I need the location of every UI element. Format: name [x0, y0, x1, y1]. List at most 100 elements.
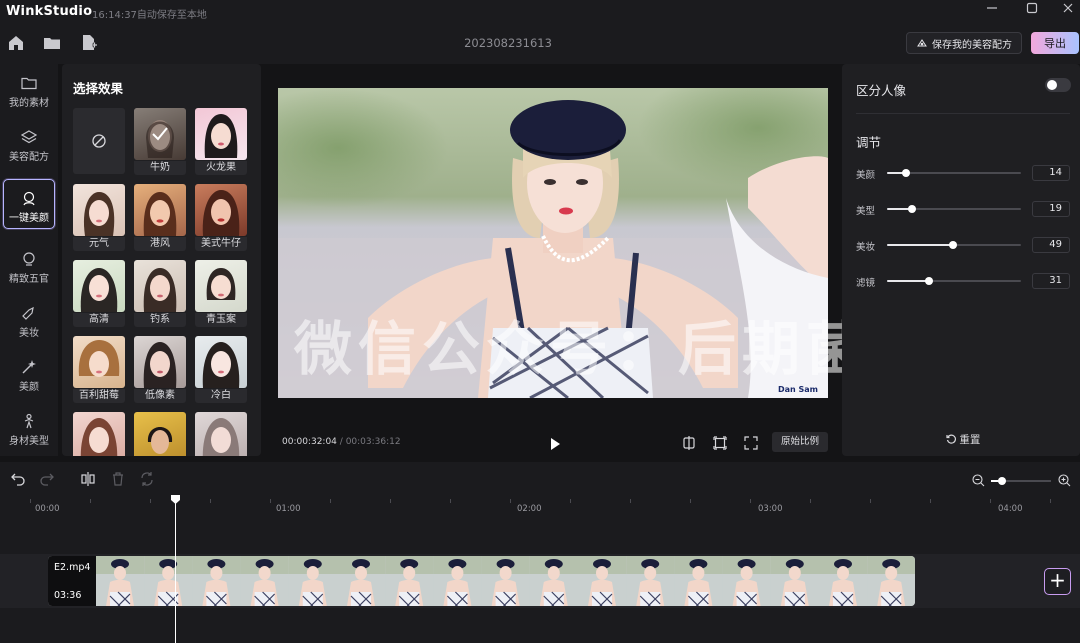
save-recipe-button[interactable]: 保存我的美容配方: [906, 32, 1022, 54]
nav-label: 身材美型: [9, 436, 49, 447]
slider-row: 滤镜 31: [856, 273, 1072, 289]
slider-value-input[interactable]: 49: [1032, 237, 1070, 253]
close-icon[interactable]: [1058, 2, 1078, 18]
nav-item-facial-features[interactable]: 精致五官: [0, 240, 58, 292]
clip-thumbnails: [96, 556, 915, 606]
slider-handle[interactable]: [924, 277, 933, 285]
slider-row: 美妆 49: [856, 237, 1072, 253]
ruler-label: 03:00: [758, 504, 783, 514]
recipe-icon: [917, 39, 927, 47]
maximize-icon[interactable]: [1022, 2, 1042, 18]
slider-track[interactable]: [887, 169, 1021, 177]
slider-label: 美型: [856, 206, 876, 217]
redo-icon[interactable]: [39, 471, 55, 487]
slider-label: 滤镜: [856, 278, 876, 289]
delete-icon[interactable]: [110, 471, 126, 487]
zoom-out-icon[interactable]: [972, 474, 985, 487]
add-clip-button[interactable]: +: [1044, 568, 1071, 595]
nav-item-body-shape[interactable]: 身材美型: [0, 402, 58, 454]
time-ruler[interactable]: 00:00 01:00 02:00 03:00 04:00: [0, 498, 1080, 518]
home-icon[interactable]: [7, 34, 25, 52]
slider-handle[interactable]: [948, 241, 957, 249]
nav-label: 精致五官: [9, 274, 49, 285]
reset-icon: [946, 434, 956, 444]
autosave-status: 16:14:37自动保存至本地: [92, 10, 207, 21]
separate-portrait-label: 区分人像: [856, 83, 907, 98]
slider-label: 美颜: [856, 170, 876, 181]
zoom-slider[interactable]: [991, 477, 1051, 485]
slider-handle[interactable]: [908, 205, 917, 213]
adjust-panel: 区分人像 调节 美颜 14 美型 19 美妆 49 滤镜 31 重置: [842, 64, 1080, 456]
effect-tile[interactable]: 元气: [73, 184, 125, 251]
minimize-icon[interactable]: [982, 2, 1002, 18]
effect-label: 高清: [73, 313, 125, 327]
slider-track[interactable]: [887, 205, 1021, 213]
effect-tile[interactable]: 港风: [134, 184, 186, 251]
replace-icon[interactable]: [139, 471, 155, 487]
effect-tile[interactable]: [73, 412, 125, 456]
fullscreen-icon[interactable]: [744, 435, 758, 450]
original-ratio-button[interactable]: 原始比例: [772, 432, 828, 452]
playhead-line[interactable]: [175, 496, 176, 643]
compare-icon[interactable]: [682, 435, 696, 450]
nav-label: 美妆: [19, 328, 39, 339]
nav-item-one-click-beauty[interactable]: 一键美颜: [0, 182, 58, 234]
separate-portrait-toggle[interactable]: [1045, 78, 1071, 92]
split-icon[interactable]: [80, 471, 96, 487]
slider-value-input[interactable]: 14: [1032, 165, 1070, 181]
nav-item-makeup[interactable]: 美妆: [0, 294, 58, 346]
effect-tile[interactable]: 钓系: [134, 260, 186, 327]
playhead-marker[interactable]: [171, 495, 180, 504]
slider-row: 美颜 14: [856, 165, 1072, 181]
save-recipe-label: 保存我的美容配方: [932, 39, 1012, 51]
reset-label: 重置: [959, 434, 981, 446]
crop-icon[interactable]: [713, 435, 727, 450]
title-bar: WinkStudio 16:14:37自动保存至本地 202308231613 …: [0, 0, 1080, 64]
play-icon[interactable]: [549, 436, 561, 455]
new-file-icon[interactable]: [80, 34, 98, 52]
effect-label: 美式牛仔: [195, 237, 247, 251]
effect-label: 低像素: [134, 389, 186, 403]
slider-value-input[interactable]: 19: [1032, 201, 1070, 217]
effect-tile-none[interactable]: [73, 108, 125, 174]
slider-fill: [887, 280, 929, 282]
face-outline-icon: [23, 252, 35, 266]
effect-label: 火龙果: [195, 161, 247, 175]
effect-tile[interactable]: 美式牛仔: [195, 184, 247, 251]
slider-label: 美妆: [856, 242, 876, 253]
folder-icon: [21, 77, 37, 90]
effect-tile[interactable]: 高清: [73, 260, 125, 327]
clip-info: E2.mp4 03:36: [48, 556, 96, 606]
clip-duration: 03:36: [54, 590, 82, 601]
effect-label: 港风: [134, 237, 186, 251]
video-clip[interactable]: E2.mp4 03:36: [48, 556, 915, 606]
effect-tile[interactable]: [134, 412, 186, 456]
nav-item-beauty[interactable]: 美颜: [0, 348, 58, 400]
slider-track[interactable]: [887, 277, 1021, 285]
effects-panel: 选择效果 牛奶 火龙果 元气 港风 美式牛仔 高清 钓系 青玉案 百利甜莓 低像…: [62, 64, 261, 456]
nav-label: 美颜: [19, 382, 39, 393]
left-nav: 我的素材 美容配方 一键美颜 精致五官 美妆 美颜 身材美型: [0, 64, 58, 456]
effect-tile[interactable]: 百利甜莓: [73, 336, 125, 403]
effect-tile[interactable]: 低像素: [134, 336, 186, 403]
layers-icon: [21, 130, 37, 144]
none-icon: [92, 134, 106, 148]
zoom-in-icon[interactable]: [1058, 474, 1071, 487]
slider-handle[interactable]: [901, 169, 910, 177]
slider-track[interactable]: [887, 241, 1021, 249]
effect-label: 冷白: [195, 389, 247, 403]
timecode: 00:00:32:04 / 00:03:36:12: [282, 437, 401, 447]
undo-icon[interactable]: [10, 471, 26, 487]
reset-button[interactable]: 重置: [946, 432, 980, 447]
nav-item-my-assets[interactable]: 我的素材: [0, 64, 58, 116]
effect-label: 百利甜莓: [73, 389, 125, 403]
export-button[interactable]: 导出: [1031, 32, 1079, 54]
face-magic-icon: [23, 191, 35, 206]
slider-value-input[interactable]: 31: [1032, 273, 1070, 289]
effect-tile[interactable]: [195, 412, 247, 456]
lipstick-icon: [22, 306, 34, 320]
folder-open-icon[interactable]: [43, 34, 61, 52]
effect-tile[interactable]: 牛奶: [134, 108, 186, 175]
nav-item-beauty-recipe[interactable]: 美容配方: [0, 118, 58, 170]
effect-tile[interactable]: 火龙果: [195, 108, 247, 175]
